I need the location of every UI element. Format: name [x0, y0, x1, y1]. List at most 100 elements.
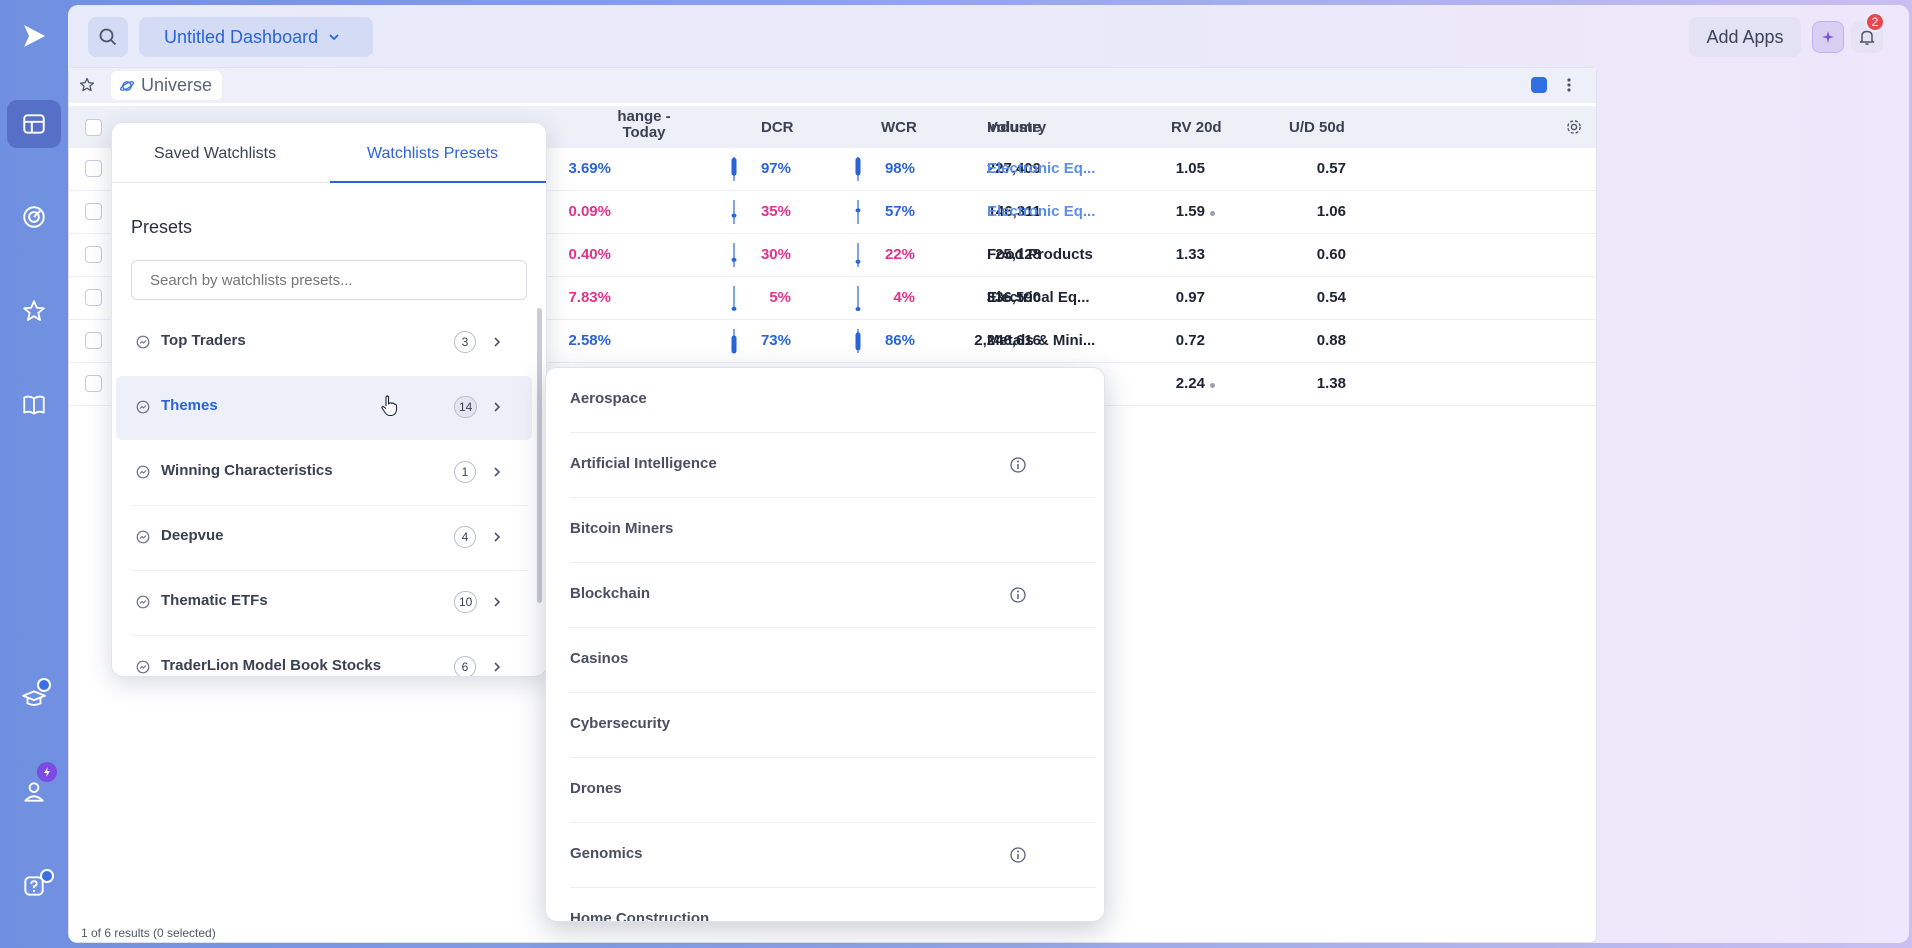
theme-label: Cybersecurity: [570, 715, 671, 732]
rv-indicator-dot: [1210, 383, 1215, 388]
rv-20d-cell: 1.05: [1175, 160, 1205, 177]
theme-item[interactable]: Drones: [546, 758, 1104, 823]
col-rv-20d[interactable]: RV 20d: [1171, 119, 1222, 136]
preset-folder-icon: [136, 530, 150, 544]
education-nav-button[interactable]: [7, 675, 61, 723]
theme-item[interactable]: Aerospace: [546, 368, 1104, 433]
row-checkbox[interactable]: [85, 160, 102, 177]
wcr-cell: 98%: [884, 160, 915, 177]
theme-item[interactable]: Casinos: [546, 628, 1104, 693]
star-outline-icon: [79, 77, 95, 92]
preset-label: Thematic ETFs: [161, 592, 268, 609]
preset-folder-icon: [136, 335, 150, 349]
theme-item[interactable]: Blockchain: [546, 563, 1104, 628]
info-icon[interactable]: [1009, 456, 1027, 474]
preset-item[interactable]: Deepvue 4: [112, 506, 536, 570]
industry-cell[interactable]: Electronic Eq...: [987, 203, 1095, 220]
widget-more-button[interactable]: [1566, 76, 1572, 99]
widget-header: Universe: [69, 68, 1596, 103]
favorite-widget-button[interactable]: [79, 77, 95, 98]
presets-scrollbar[interactable]: [537, 308, 542, 603]
preset-count-badge: 4: [454, 526, 476, 548]
global-search-button[interactable]: [88, 17, 128, 57]
theme-label: Genomics: [570, 845, 643, 862]
info-icon[interactable]: [1009, 586, 1027, 604]
wcr-range-bar: [855, 329, 861, 353]
col-ud-50d[interactable]: U/D 50d: [1289, 119, 1345, 136]
top-bar: Untitled Dashboard Add Apps 2: [68, 5, 1909, 67]
ud-50d-cell: 1.06: [1316, 203, 1346, 220]
dashboard-selector[interactable]: Untitled Dashboard: [139, 17, 373, 57]
watchlists-panel: Saved Watchlists Watchlists Presets Pres…: [111, 122, 547, 677]
results-footer: 1 of 6 results (0 selected): [81, 926, 216, 940]
row-checkbox[interactable]: [85, 289, 102, 306]
help-nav-button[interactable]: [7, 862, 61, 910]
dcr-cell: 73%: [760, 332, 791, 349]
rv-20d-cell: 0.72: [1175, 332, 1205, 349]
dcr-cell: 35%: [760, 203, 791, 220]
themes-submenu: Aerospace Artificial Intelligence Bitcoin …: [545, 367, 1105, 922]
table-settings-button[interactable]: [1565, 118, 1583, 141]
col-industry[interactable]: Industry: [987, 119, 1046, 136]
preset-item[interactable]: Themes 14: [116, 376, 532, 440]
preset-label: Winning Characteristics: [161, 462, 333, 479]
preset-item[interactable]: Top Traders 3: [112, 311, 536, 375]
col-wcr[interactable]: WCR: [881, 119, 917, 136]
dashboard-title: Untitled Dashboard: [164, 26, 319, 47]
preset-count-badge: 3: [454, 331, 476, 353]
col-change-today[interactable]: hange - Today: [539, 109, 679, 141]
more-vertical-icon: [1567, 78, 1571, 92]
preset-item[interactable]: Thematic ETFs 10: [112, 571, 536, 635]
theme-label: Aerospace: [570, 390, 647, 407]
preset-item[interactable]: TraderLion Model Book Stocks 6: [112, 636, 536, 676]
lightning-icon: [44, 767, 50, 777]
tab-watchlists-presets[interactable]: Watchlists Presets: [367, 145, 498, 163]
widget-color-link[interactable]: [1531, 77, 1547, 93]
dcr-cell: 97%: [760, 160, 791, 177]
theme-label: Bitcoin Miners: [570, 520, 674, 537]
radar-icon: [23, 206, 45, 228]
row-checkbox[interactable]: [85, 246, 102, 263]
preset-label: Deepvue: [161, 527, 224, 544]
learn-nav-button[interactable]: [7, 381, 61, 429]
theme-item[interactable]: Cybersecurity: [546, 693, 1104, 758]
dashboard-icon: [23, 114, 45, 134]
col-dcr[interactable]: DCR: [761, 119, 794, 136]
chevron-right-icon: [494, 337, 501, 347]
presets-search-input[interactable]: [131, 260, 527, 300]
scanner-nav-button[interactable]: [7, 193, 61, 241]
preset-count-badge: 6: [454, 656, 476, 676]
add-apps-button[interactable]: Add Apps: [1689, 17, 1801, 57]
app-logo[interactable]: [20, 22, 48, 55]
preset-count-badge: 10: [454, 591, 478, 613]
theme-item[interactable]: Artificial Intelligence: [546, 433, 1104, 498]
theme-item[interactable]: Home Construction: [546, 888, 1104, 921]
active-tab-indicator: [330, 181, 546, 183]
industry-cell: Food Products: [987, 246, 1093, 263]
rv-20d-cell: 2.24: [1175, 375, 1205, 392]
theme-item[interactable]: Genomics: [546, 823, 1104, 888]
theme-label: Blockchain: [570, 585, 651, 602]
universe-name: Universe: [141, 75, 213, 95]
sparkle-icon: [1822, 31, 1834, 43]
row-checkbox[interactable]: [85, 375, 102, 392]
ud-50d-cell: 0.54: [1316, 289, 1346, 306]
wcr-cell: 4%: [893, 289, 915, 306]
preset-item[interactable]: Winning Characteristics 1: [112, 441, 536, 505]
chevron-down-icon: [329, 34, 339, 41]
planet-icon: [120, 80, 134, 91]
dashboard-nav-button[interactable]: [7, 100, 61, 148]
wcr-range-bar: [855, 157, 861, 181]
theme-item[interactable]: Bitcoin Miners: [546, 498, 1104, 563]
tab-saved-watchlists[interactable]: Saved Watchlists: [154, 145, 276, 163]
watchlist-nav-button[interactable]: [7, 287, 61, 335]
row-checkbox[interactable]: [85, 203, 102, 220]
ud-50d-cell: 1.38: [1316, 375, 1346, 392]
select-all-checkbox[interactable]: [85, 119, 102, 136]
info-icon[interactable]: [1009, 846, 1027, 864]
industry-cell[interactable]: Electronic Eq...: [987, 160, 1095, 177]
ai-assistant-button[interactable]: [1812, 21, 1844, 53]
search-icon: [99, 28, 117, 46]
row-checkbox[interactable]: [85, 332, 102, 349]
universe-selector[interactable]: Universe: [111, 71, 223, 100]
